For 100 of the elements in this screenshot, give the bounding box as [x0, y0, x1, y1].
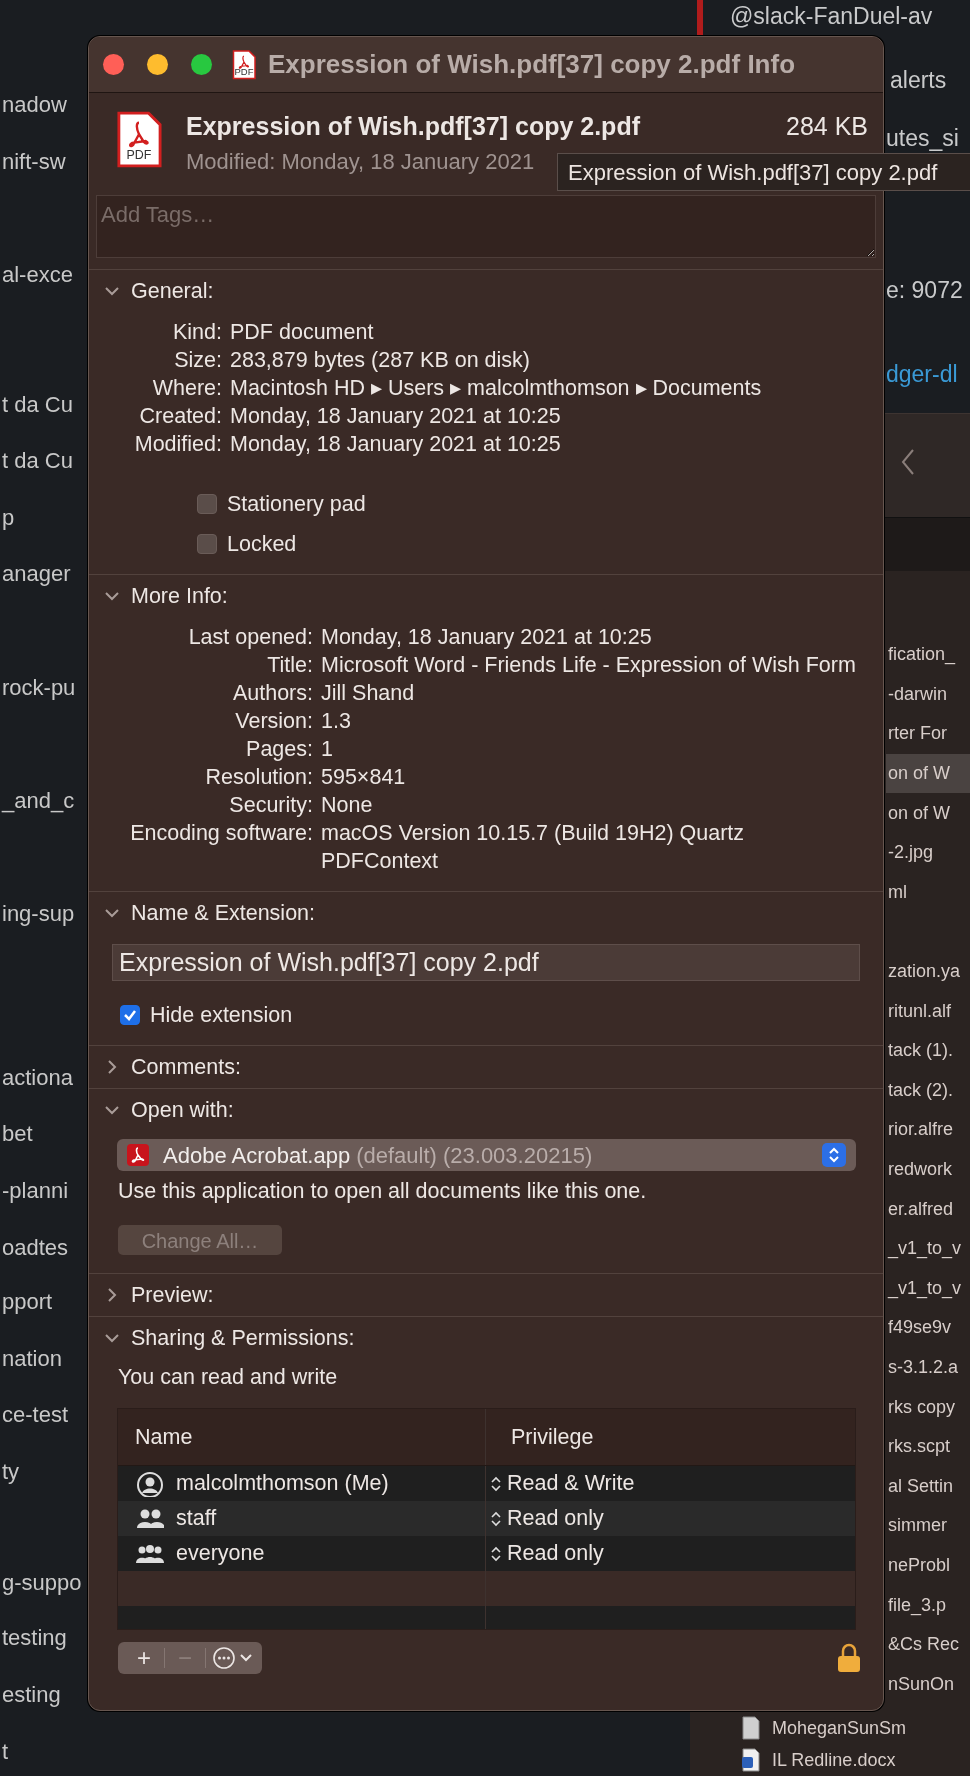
file-row[interactable]: on of W: [886, 753, 970, 794]
checkbox[interactable]: [120, 1005, 140, 1025]
file-row[interactable]: tack (1).: [886, 1030, 970, 1071]
list-item-text: ce-test: [1, 1401, 69, 1430]
file-row[interactable]: ritunl.alf: [886, 991, 970, 1031]
field-label: Last opened:: [187, 624, 313, 651]
lock-icon[interactable]: [837, 1643, 861, 1673]
chevron-down-icon[interactable]: [105, 589, 119, 603]
checkbox[interactable]: [197, 534, 217, 554]
updown-icon[interactable]: [491, 1475, 501, 1492]
checkbox-label: Locked: [227, 530, 297, 558]
field-label: Size:: [173, 347, 222, 374]
user-name: staff: [176, 1505, 217, 1533]
file-row[interactable]: rter For: [886, 714, 970, 754]
zoom-button[interactable]: [191, 54, 212, 75]
file-row[interactable]: file_3.p: [886, 1585, 970, 1625]
field-value: None: [321, 792, 374, 819]
back-icon[interactable]: [901, 447, 915, 476]
file-row[interactable]: ml: [886, 872, 970, 913]
section-title: Name & Extension:: [131, 899, 316, 927]
field-label: Authors:: [231, 680, 313, 707]
field-value: 595×841: [321, 764, 407, 791]
field-value: Microsoft Word - Friends Life - Expression of Wish Form: [321, 652, 857, 679]
file-row[interactable]: er.alfred: [886, 1189, 970, 1229]
list-item-text: rock-pu: [1, 673, 76, 702]
field-label: Kind:: [172, 319, 222, 346]
user-name: everyone: [176, 1540, 265, 1568]
message-text: alerts: [890, 66, 947, 95]
file-row[interactable]: IL Redline.docx: [740, 1744, 970, 1776]
file-row[interactable]: _v1_to_v: [886, 1228, 970, 1269]
stepper-icon: [828, 1147, 840, 1163]
file-row[interactable]: -darwin: [886, 674, 970, 715]
chevron-right-icon[interactable]: [105, 1060, 119, 1074]
list-item-text: t da Cu: [1, 447, 73, 476]
field-value: Monday, 18 January 2021 at 10:25: [230, 431, 562, 458]
file-row[interactable]: rks.scpt: [886, 1426, 970, 1467]
field-value: Monday, 18 January 2021 at 10:25: [230, 403, 562, 430]
file-row[interactable]: neProbl: [886, 1545, 970, 1586]
file-row[interactable]: &Cs Rec: [886, 1624, 970, 1665]
pdf-file-icon: PDF: [232, 49, 256, 80]
app-popup[interactable]: Adobe Acrobat.app (default) (23.003.20215): [117, 1139, 856, 1171]
list-item-text: _and_c: [0, 787, 75, 816]
file-row[interactable]: simmer: [886, 1506, 970, 1546]
list-item-text: al-exce: [1, 261, 73, 290]
field-label: Modified:: [133, 431, 222, 458]
column-header[interactable]: Name: [118, 1420, 193, 1454]
updown-icon[interactable]: [491, 1510, 501, 1527]
chevron-down-icon[interactable]: [105, 906, 119, 920]
privilege-value[interactable]: Read & Write: [507, 1467, 635, 1500]
tags-field[interactable]: Add Tags…: [96, 195, 876, 258]
privilege-value[interactable]: Read only: [507, 1537, 604, 1570]
chevron-right-icon[interactable]: [105, 1288, 119, 1302]
list-item-text: ty: [1, 1457, 20, 1486]
message-text: @slack-FanDuel-av: [730, 2, 933, 31]
list-item-text: t: [1, 1737, 9, 1766]
column-header[interactable]: Privilege: [486, 1420, 594, 1454]
file-row[interactable]: _v1_to_v: [886, 1268, 970, 1309]
list-item-text: esting: [1, 1681, 61, 1710]
field-value: 283,879 bytes (287 KB on disk): [230, 347, 531, 374]
add-button[interactable]: +: [124, 1643, 164, 1673]
message-link[interactable]: dger-dl: [886, 359, 958, 389]
file-row[interactable]: nSunOn: [886, 1664, 970, 1704]
field-label: Version:: [234, 708, 313, 735]
chevron-down-icon[interactable]: [105, 284, 119, 298]
list-item-text: testing: [1, 1624, 67, 1653]
file-row[interactable]: zation.ya: [886, 951, 970, 992]
minimize-button[interactable]: [147, 54, 168, 75]
list-item-text: anager: [1, 560, 71, 589]
user-name: malcolmthomson (Me): [176, 1470, 389, 1498]
acrobat-app-icon: [127, 1144, 149, 1166]
file-row[interactable]: tack (2).: [886, 1070, 970, 1111]
sidebar-marker: [697, 0, 703, 36]
chevron-down-icon[interactable]: [105, 1331, 119, 1345]
field-label: Where:: [151, 375, 222, 402]
list-item-text: bet: [1, 1120, 33, 1149]
field-value: Macintosh HD ▸ Users ▸ malcolmthomson ▸ Documents: [230, 375, 763, 402]
list-item-text: actiona: [1, 1063, 73, 1092]
checkbox[interactable]: [197, 494, 217, 514]
field-label: Created:: [138, 403, 222, 430]
file-row[interactable]: s-3.1.2.a: [886, 1347, 970, 1388]
file-row[interactable]: al Settin: [886, 1466, 970, 1507]
file-row[interactable]: on of W: [886, 793, 970, 833]
section-title: General:: [131, 277, 214, 305]
file-row[interactable]: fication_: [886, 634, 970, 675]
file-row[interactable]: f49se9v: [886, 1308, 970, 1348]
list-item-text: nift-sw: [1, 148, 66, 177]
chevron-down-icon[interactable]: [105, 1103, 119, 1117]
field-value: Jill Shand: [321, 680, 416, 707]
field-value: macOS Version 10.15.7 (Build 19H2) Quartz PDFContext: [321, 820, 746, 875]
close-button[interactable]: [103, 54, 124, 75]
section-title: Open with:: [131, 1096, 234, 1124]
file-row[interactable]: rks copy: [886, 1387, 970, 1427]
updown-icon[interactable]: [491, 1545, 501, 1562]
file-row[interactable]: -2.jpg: [886, 832, 970, 873]
name-field[interactable]: Expression of Wish.pdf[37] copy 2.pdf: [112, 944, 860, 981]
file-row[interactable]: redwork: [886, 1149, 970, 1190]
permission-summary: You can read and write: [117, 1364, 339, 1391]
file-row[interactable]: MoheganSunSm: [740, 1712, 970, 1744]
file-row[interactable]: rior.alfre: [886, 1110, 970, 1150]
privilege-value[interactable]: Read only: [507, 1502, 604, 1535]
